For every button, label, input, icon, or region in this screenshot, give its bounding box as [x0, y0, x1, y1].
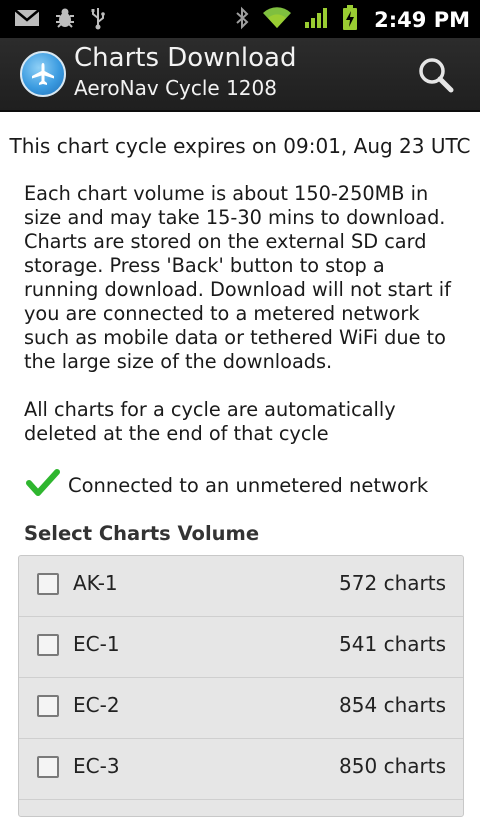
battery-charging-icon	[342, 5, 358, 35]
list-item[interactable]: EC-1 541 charts	[19, 617, 463, 678]
volume-name: EC-3	[73, 754, 120, 778]
bluetooth-icon	[234, 6, 250, 34]
volume-chart-count: 541 charts	[339, 632, 446, 656]
select-volume-heading: Select Charts Volume	[24, 522, 260, 545]
list-item[interactable]: AK-1 572 charts	[19, 556, 463, 617]
volume-checkbox[interactable]	[37, 756, 59, 778]
gmail-icon	[14, 8, 40, 32]
search-icon	[416, 58, 456, 100]
wifi-icon	[262, 7, 292, 33]
network-status: Connected to an unmetered network	[26, 468, 428, 502]
download-info-text: Each chart volume is about 150-250MB in …	[24, 182, 451, 373]
volume-chart-count: 854 charts	[339, 693, 446, 717]
charts-volume-list[interactable]: AK-1 572 charts EC-1 541 charts EC-2 854…	[18, 555, 464, 817]
volume-name: EC-2	[73, 693, 120, 717]
network-status-text: Connected to an unmetered network	[68, 473, 429, 497]
usb-icon	[90, 6, 106, 34]
action-bar: Charts Download AeroNav Cycle 1208	[0, 38, 480, 112]
search-button[interactable]	[416, 56, 456, 96]
checkmark-icon	[26, 468, 60, 502]
debug-icon	[54, 7, 76, 33]
page-subtitle: AeroNav Cycle 1208	[74, 76, 277, 100]
volume-name: AK-1	[73, 571, 118, 595]
clock-time: 2:49 PM	[374, 8, 470, 32]
volume-chart-count: 572 charts	[339, 571, 446, 595]
volume-checkbox[interactable]	[37, 634, 59, 656]
list-item[interactable]: EC-3 850 charts	[19, 739, 463, 800]
auto-delete-text: All charts for a cycle are automatically…	[24, 398, 396, 445]
volume-checkbox[interactable]	[37, 695, 59, 717]
signal-icon	[304, 7, 330, 33]
list-item[interactable]: EC-2 854 charts	[19, 678, 463, 739]
volume-checkbox[interactable]	[37, 573, 59, 595]
airplane-app-icon[interactable]	[20, 51, 66, 97]
volume-chart-count: 850 charts	[339, 754, 446, 778]
volume-name: EC-1	[73, 632, 120, 656]
status-bar: 2:49 PM	[0, 0, 480, 38]
page-title: Charts Download	[74, 43, 297, 73]
cycle-expiry-text: This chart cycle expires on 09:01, Aug 2…	[9, 134, 471, 158]
